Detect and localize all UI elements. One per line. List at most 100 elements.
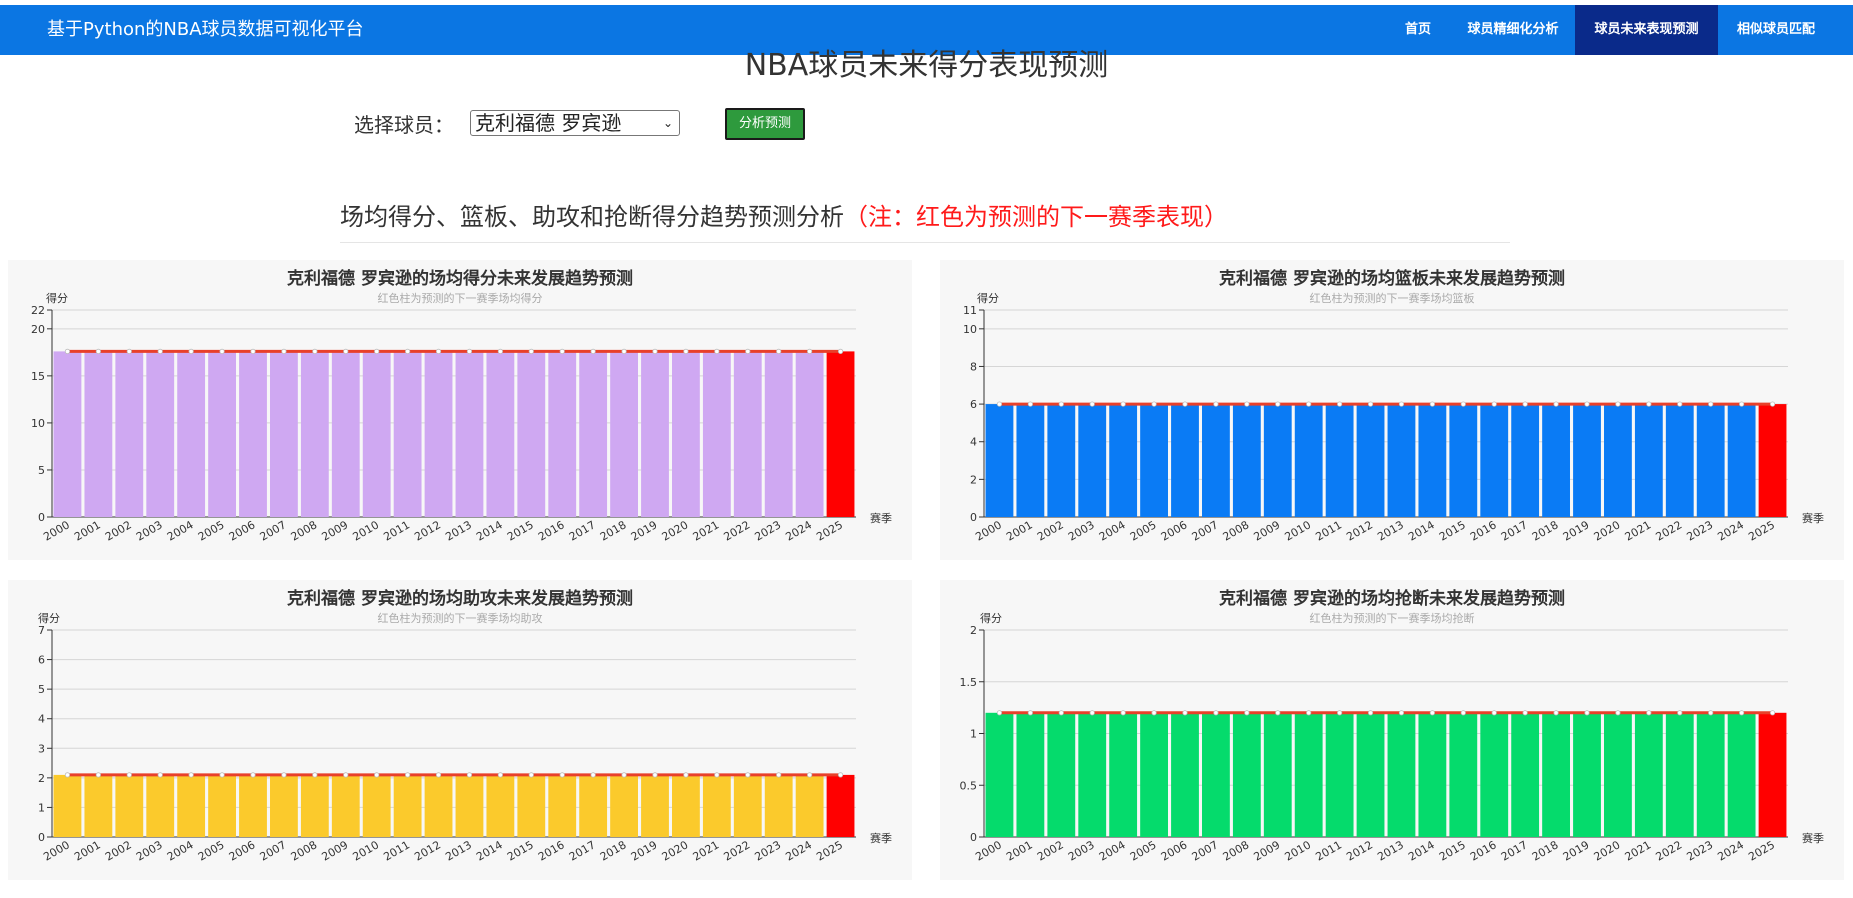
- bar[interactable]: [1727, 404, 1756, 517]
- trend-point[interactable]: [1429, 710, 1435, 716]
- bar[interactable]: [393, 351, 422, 517]
- trend-point[interactable]: [837, 772, 844, 778]
- prediction-bar[interactable]: [826, 351, 855, 517]
- trend-point[interactable]: [64, 772, 71, 778]
- trend-point[interactable]: [374, 772, 380, 778]
- trend-point[interactable]: [126, 348, 132, 355]
- bar[interactable]: [1696, 712, 1725, 837]
- bar[interactable]: [1604, 404, 1632, 517]
- trend-point[interactable]: [1089, 401, 1095, 407]
- prediction-bar[interactable]: [1758, 712, 1787, 837]
- bar[interactable]: [1480, 712, 1509, 837]
- trend-point[interactable]: [1367, 710, 1374, 716]
- bar[interactable]: [517, 351, 546, 517]
- trend-point[interactable]: [250, 772, 256, 778]
- trend-point[interactable]: [1120, 401, 1126, 407]
- trend-point[interactable]: [1151, 710, 1157, 716]
- prediction-bar[interactable]: [826, 774, 855, 837]
- trend-point[interactable]: [590, 772, 596, 778]
- bar[interactable]: [795, 774, 824, 837]
- trend-point[interactable]: [95, 348, 101, 355]
- trend-point[interactable]: [1491, 710, 1497, 716]
- trend-point[interactable]: [1708, 401, 1714, 407]
- trend-point[interactable]: [157, 772, 163, 778]
- trend-point[interactable]: [1244, 710, 1250, 716]
- trend-point[interactable]: [714, 772, 720, 778]
- bar[interactable]: [1109, 404, 1138, 517]
- bar[interactable]: [1449, 404, 1478, 517]
- bar[interactable]: [331, 774, 360, 837]
- bar[interactable]: [1047, 712, 1076, 837]
- analyze-button[interactable]: 分析预测: [725, 108, 805, 140]
- bar[interactable]: [1573, 404, 1601, 517]
- trend-point[interactable]: [714, 348, 720, 355]
- trend-point[interactable]: [1553, 401, 1559, 407]
- trend-point[interactable]: [807, 772, 813, 778]
- trend-point[interactable]: [219, 348, 225, 355]
- trend-point[interactable]: [95, 772, 101, 778]
- bar[interactable]: [270, 351, 298, 517]
- bar[interactable]: [239, 351, 267, 517]
- trend-point[interactable]: [1553, 710, 1559, 716]
- bar[interactable]: [1325, 404, 1354, 517]
- trend-point[interactable]: [1646, 710, 1652, 716]
- trend-point[interactable]: [497, 348, 503, 355]
- trend-point[interactable]: [652, 772, 658, 778]
- trend-point[interactable]: [1027, 710, 1033, 716]
- trend-point[interactable]: [1306, 401, 1312, 407]
- bar[interactable]: [702, 351, 731, 517]
- trend-point[interactable]: [776, 348, 782, 355]
- trend-point[interactable]: [281, 348, 287, 355]
- bar[interactable]: [672, 351, 700, 517]
- bar[interactable]: [1511, 712, 1540, 837]
- bar[interactable]: [1202, 712, 1230, 837]
- trend-point[interactable]: [1151, 401, 1157, 407]
- bar[interactable]: [115, 774, 144, 837]
- bar[interactable]: [764, 774, 793, 837]
- bar[interactable]: [455, 351, 484, 517]
- bar[interactable]: [1727, 712, 1756, 837]
- trend-point[interactable]: [1027, 401, 1033, 407]
- bar[interactable]: [270, 774, 298, 837]
- trend-point[interactable]: [745, 348, 751, 355]
- trend-point[interactable]: [188, 772, 194, 778]
- bar[interactable]: [1140, 404, 1168, 517]
- bar[interactable]: [1387, 404, 1416, 517]
- bar[interactable]: [1325, 712, 1354, 837]
- bar[interactable]: [146, 774, 175, 837]
- trend-point[interactable]: [1460, 401, 1466, 407]
- bar[interactable]: [300, 774, 329, 837]
- bar[interactable]: [84, 351, 113, 517]
- bar[interactable]: [548, 351, 577, 517]
- bar[interactable]: [733, 774, 762, 837]
- bar[interactable]: [1542, 404, 1570, 517]
- trend-point[interactable]: [837, 348, 844, 355]
- trend-point[interactable]: [1275, 710, 1281, 716]
- bar[interactable]: [486, 351, 515, 517]
- bar[interactable]: [1356, 712, 1385, 837]
- bar[interactable]: [177, 774, 206, 837]
- bar[interactable]: [1294, 712, 1323, 837]
- bar[interactable]: [1263, 712, 1292, 837]
- trend-point[interactable]: [1337, 710, 1343, 716]
- trend-point[interactable]: [1615, 710, 1621, 716]
- bar[interactable]: [362, 351, 391, 517]
- bar[interactable]: [300, 351, 329, 517]
- bar[interactable]: [795, 351, 824, 517]
- bar[interactable]: [1356, 404, 1385, 517]
- trend-point[interactable]: [1769, 401, 1776, 407]
- trend-point[interactable]: [1739, 401, 1745, 407]
- bar[interactable]: [1171, 712, 1199, 837]
- bar[interactable]: [1634, 712, 1663, 837]
- bar[interactable]: [1665, 404, 1694, 517]
- trend-point[interactable]: [528, 772, 534, 778]
- prediction-bar[interactable]: [1758, 404, 1787, 517]
- trend-point[interactable]: [1460, 710, 1466, 716]
- trend-point[interactable]: [683, 348, 689, 355]
- bar[interactable]: [1665, 712, 1694, 837]
- bar[interactable]: [1634, 404, 1663, 517]
- bar[interactable]: [1016, 404, 1045, 517]
- trend-point[interactable]: [1058, 710, 1064, 716]
- trend-point[interactable]: [996, 401, 1003, 407]
- bar[interactable]: [486, 774, 515, 837]
